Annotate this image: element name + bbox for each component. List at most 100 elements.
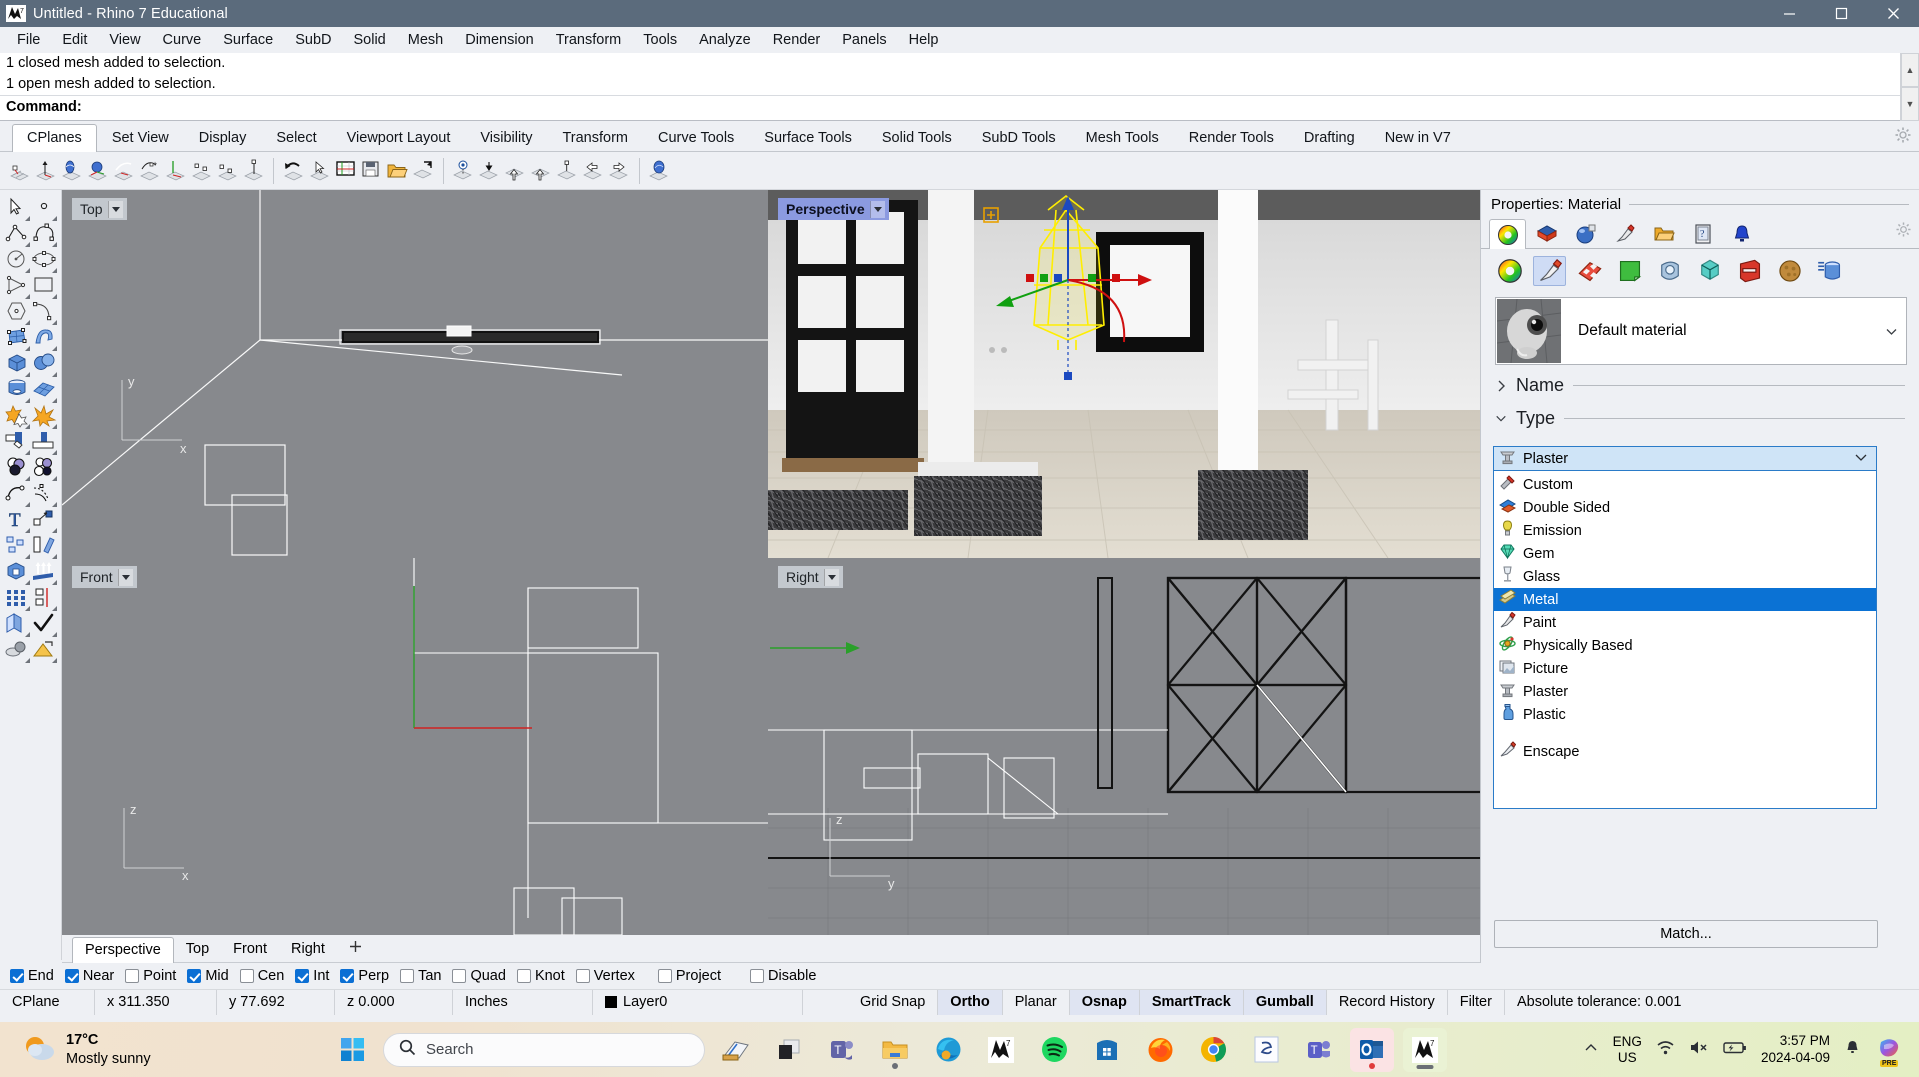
- texture-checker-icon[interactable]: [1573, 256, 1606, 286]
- battery-charging-icon[interactable]: [1723, 1040, 1747, 1059]
- viewport-tab-front[interactable]: Front: [221, 937, 279, 962]
- status-toggle-gumball[interactable]: Gumball: [1243, 989, 1327, 1015]
- box-icon[interactable]: [4, 352, 31, 378]
- edge-icon[interactable]: [926, 1028, 970, 1072]
- tab-transform[interactable]: Transform: [547, 124, 643, 152]
- menu-item-help[interactable]: Help: [898, 29, 950, 51]
- set-cplane-rotate-icon[interactable]: [60, 159, 83, 183]
- cylinder-layers-icon[interactable]: [1813, 256, 1846, 286]
- save-cplane-icon[interactable]: [360, 159, 383, 183]
- text-object-icon[interactable]: T: [4, 508, 31, 534]
- array-icon[interactable]: [4, 534, 31, 560]
- checkbox[interactable]: [125, 969, 140, 983]
- option-physically-based[interactable]: Physically Based: [1494, 634, 1876, 657]
- microsoft-store-icon[interactable]: [1085, 1028, 1129, 1072]
- menu-item-solid[interactable]: Solid: [343, 29, 397, 51]
- copilot-widget-icon[interactable]: [714, 1028, 758, 1072]
- chevron-down-icon[interactable]: [1876, 324, 1906, 339]
- surface-sweep-icon[interactable]: [31, 326, 58, 352]
- tab-viewport-layout[interactable]: Viewport Layout: [332, 124, 466, 152]
- explode-icon[interactable]: [31, 404, 58, 430]
- polygon-hexagon-icon[interactable]: [4, 300, 31, 326]
- menu-item-panels[interactable]: Panels: [831, 29, 897, 51]
- set-cplane-3point-icon[interactable]: [190, 159, 213, 183]
- checkbox[interactable]: [340, 969, 355, 983]
- tab-drafting[interactable]: Drafting: [1289, 124, 1370, 152]
- status-layer[interactable]: Layer0: [593, 989, 803, 1015]
- spotify-icon[interactable]: [1032, 1028, 1076, 1072]
- weather-widget[interactable]: 17°C Mostly sunny: [0, 1031, 330, 1067]
- extrude-icon[interactable]: [31, 560, 58, 586]
- green-page-icon[interactable]: [1613, 256, 1646, 286]
- option-glass[interactable]: Glass: [1494, 565, 1876, 588]
- command-prompt[interactable]: Command:: [0, 95, 1919, 117]
- osnap-int[interactable]: Int: [293, 968, 336, 984]
- option-custom[interactable]: Custom: [1494, 473, 1876, 496]
- scroll-down-icon[interactable]: ▼: [1901, 87, 1919, 121]
- check-object-icon[interactable]: [31, 612, 58, 638]
- material-brush-icon[interactable]: [1533, 256, 1566, 286]
- cplane-right-icon[interactable]: [608, 159, 631, 183]
- render-sphere-icon[interactable]: [1567, 218, 1604, 248]
- viewport-label-right[interactable]: Right: [778, 566, 843, 588]
- cplane-object-props-icon[interactable]: [648, 159, 671, 183]
- fillet-curve-icon[interactable]: [4, 482, 31, 508]
- checkbox[interactable]: [10, 969, 24, 983]
- tab-new-in-v7[interactable]: New in V7: [1370, 124, 1466, 152]
- osnap-knot[interactable]: Knot: [515, 968, 572, 984]
- tab-mesh-tools[interactable]: Mesh Tools: [1071, 124, 1174, 152]
- tab-subd-tools[interactable]: SubD Tools: [967, 124, 1071, 152]
- viewport-label-top[interactable]: Top: [72, 198, 127, 220]
- option-picture[interactable]: Picture: [1494, 657, 1876, 680]
- gear-icon[interactable]: [1895, 127, 1911, 143]
- file-explorer-icon[interactable]: [873, 1028, 917, 1072]
- minimize-button[interactable]: [1763, 0, 1815, 27]
- surface-mesh-icon[interactable]: [31, 378, 58, 404]
- menu-item-curve[interactable]: Curve: [152, 29, 213, 51]
- viewport-right[interactable]: z y Right: [768, 558, 1480, 935]
- set-cplane-curve-icon[interactable]: [112, 159, 135, 183]
- tab-select[interactable]: Select: [261, 124, 331, 152]
- language-indicator[interactable]: ENG US: [1613, 1034, 1642, 1065]
- add-viewport-icon[interactable]: [337, 936, 374, 962]
- close-button[interactable]: [1867, 0, 1919, 27]
- polyline-icon[interactable]: [4, 222, 31, 248]
- arc-icon[interactable]: [31, 300, 58, 326]
- dimension-icon[interactable]: [31, 508, 58, 534]
- current-material-row[interactable]: Default material: [1495, 297, 1907, 365]
- menu-item-file[interactable]: File: [6, 29, 51, 51]
- osnap-perp[interactable]: Perp: [338, 968, 396, 984]
- cplane-align-icon[interactable]: [556, 159, 579, 183]
- gear-icon[interactable]: [1896, 222, 1911, 241]
- cplane-universal-icon[interactable]: [530, 159, 553, 183]
- point-object-icon[interactable]: [31, 196, 58, 222]
- option-double-sided[interactable]: Double Sided: [1494, 496, 1876, 519]
- environment-icon[interactable]: [1653, 256, 1686, 286]
- set-cplane-object-icon[interactable]: [86, 159, 109, 183]
- status-toggle-ortho[interactable]: Ortho: [938, 989, 1003, 1015]
- menu-item-edit[interactable]: Edit: [51, 29, 98, 51]
- menu-item-dimension[interactable]: Dimension: [454, 29, 545, 51]
- trim-icon[interactable]: [4, 430, 31, 456]
- set-cplane-surface-icon[interactable]: +: [138, 159, 161, 183]
- status-units[interactable]: Inches: [453, 989, 593, 1015]
- chevron-down-icon[interactable]: [107, 200, 123, 218]
- bump-sphere-icon[interactable]: [1773, 256, 1806, 286]
- menu-item-subd[interactable]: SubD: [284, 29, 342, 51]
- tab-solid-tools[interactable]: Solid Tools: [867, 124, 967, 152]
- firefox-icon[interactable]: [1138, 1028, 1182, 1072]
- maximize-button[interactable]: [1815, 0, 1867, 27]
- option-plastic[interactable]: Plastic: [1494, 703, 1876, 726]
- status-toggle-record-history[interactable]: Record History: [1327, 989, 1448, 1015]
- chevron-down-icon[interactable]: [869, 200, 885, 218]
- undo-cplane-change-icon[interactable]: [282, 159, 305, 183]
- bell-icon[interactable]: [1844, 1039, 1861, 1060]
- wifi-icon[interactable]: [1656, 1039, 1675, 1060]
- osnap-disable[interactable]: Disable: [748, 968, 823, 984]
- status-toggle-grid-snap[interactable]: Grid Snap: [848, 989, 939, 1015]
- chevron-down-icon[interactable]: [117, 568, 133, 586]
- teams-icon[interactable]: T: [1297, 1028, 1341, 1072]
- viewport-tab-right[interactable]: Right: [279, 937, 337, 962]
- menu-item-analyze[interactable]: Analyze: [688, 29, 762, 51]
- tab-set-view[interactable]: Set View: [97, 124, 184, 152]
